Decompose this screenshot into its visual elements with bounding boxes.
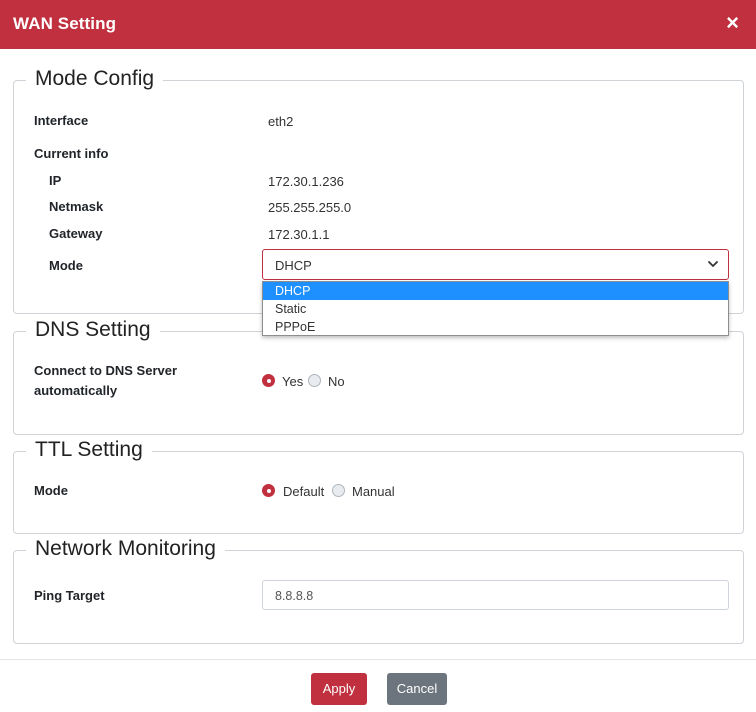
mode-config-legend: Mode Config xyxy=(26,66,164,92)
netmask-label: Netmask xyxy=(49,199,104,214)
mode-option-dhcp[interactable]: DHCP xyxy=(263,282,728,300)
ttl-manual-radio[interactable] xyxy=(332,484,345,497)
mode-dropdown-list: DHCP Static PPPoE xyxy=(262,281,729,336)
cancel-button[interactable]: Cancel xyxy=(387,673,447,705)
dns-setting-legend: DNS Setting xyxy=(26,317,160,343)
ip-label: IP xyxy=(49,173,62,188)
mode-option-static[interactable]: Static xyxy=(263,300,728,318)
ttl-mode-label: Mode xyxy=(34,483,68,498)
dns-setting-section: DNS Setting xyxy=(13,317,744,435)
netmask-value: 255.255.255.0 xyxy=(268,200,352,215)
interface-label: Interface xyxy=(34,113,89,128)
ip-value: 172.30.1.236 xyxy=(268,174,344,189)
mode-select-value: DHCP xyxy=(275,258,312,273)
close-icon[interactable]: × xyxy=(726,12,739,34)
gateway-value: 172.30.1.1 xyxy=(268,227,330,242)
chevron-down-icon xyxy=(708,261,718,267)
network-monitoring-legend: Network Monitoring xyxy=(26,536,225,562)
footer-divider xyxy=(0,659,756,660)
ping-target-label: Ping Target xyxy=(34,588,105,603)
dns-connect-label-line1: Connect to DNS Server xyxy=(34,363,178,378)
mode-select[interactable]: DHCP xyxy=(262,249,729,280)
ttl-default-radio[interactable] xyxy=(262,484,275,497)
interface-value: eth2 xyxy=(268,114,294,129)
ttl-setting-legend: TTL Setting xyxy=(26,437,152,463)
dialog-header: WAN Setting × xyxy=(0,0,756,49)
dns-no-radio[interactable] xyxy=(308,374,321,387)
mode-option-pppoe[interactable]: PPPoE xyxy=(263,318,728,336)
current-info-label: Current info xyxy=(34,146,109,161)
ttl-default-label[interactable]: Default xyxy=(283,484,324,499)
gateway-label: Gateway xyxy=(49,226,103,241)
ttl-manual-label[interactable]: Manual xyxy=(352,484,395,499)
ping-target-input[interactable]: 8.8.8.8 xyxy=(262,580,729,610)
dns-connect-label-line2: automatically xyxy=(34,383,118,398)
dialog-title: WAN Setting xyxy=(13,14,117,33)
dns-yes-radio[interactable] xyxy=(262,374,275,387)
dns-no-label[interactable]: No xyxy=(328,374,345,389)
ping-target-value: 8.8.8.8 xyxy=(275,589,314,603)
dns-yes-label[interactable]: Yes xyxy=(282,374,303,389)
mode-label: Mode xyxy=(49,258,83,273)
apply-button[interactable]: Apply xyxy=(311,673,367,705)
